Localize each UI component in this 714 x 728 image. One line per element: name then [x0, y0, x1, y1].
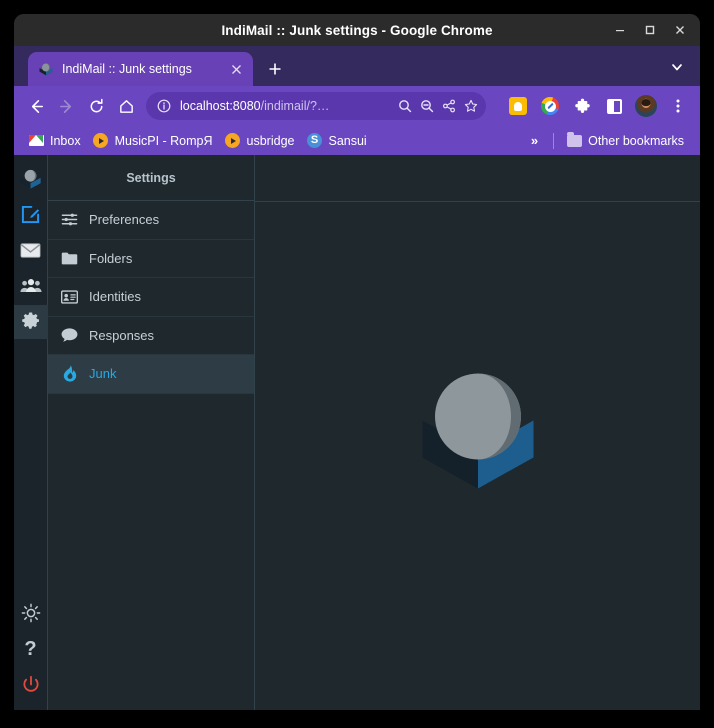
content-divider — [255, 201, 700, 202]
google-keep-extension-icon[interactable] — [504, 92, 532, 120]
bookmarks-overflow-button[interactable]: » — [524, 131, 545, 150]
star-icon[interactable] — [460, 95, 482, 117]
toolbar-right-icons — [504, 92, 692, 120]
other-bookmarks-button[interactable]: Other bookmarks — [562, 130, 692, 152]
settings-item-label: Junk — [89, 366, 117, 382]
home-button[interactable] — [112, 92, 140, 120]
url-path: /indimail/?… — [260, 99, 330, 113]
settings-item-responses[interactable]: Responses — [48, 317, 254, 355]
folder-icon — [61, 250, 78, 267]
settings-header: Settings — [48, 155, 254, 201]
browser-window: IndiMail :: Junk settings - Google Chrom… — [14, 14, 700, 710]
window-title: IndiMail :: Junk settings - Google Chrom… — [221, 22, 493, 38]
bookmark-musicpi-romp[interactable]: MusicPI - RompЯ — [89, 130, 221, 152]
forward-button[interactable] — [52, 92, 80, 120]
info-circle-icon[interactable] — [153, 95, 175, 117]
grammarly-extension-icon[interactable] — [536, 92, 564, 120]
settings-content-pane — [255, 155, 700, 710]
browser-toolbar: localhost:8080/indimail/?… — [14, 86, 700, 126]
settings-list-column: Settings Preferences Folders Identities … — [48, 155, 255, 710]
settings-item-label: Identities — [89, 289, 142, 305]
avatar[interactable] — [632, 92, 660, 120]
help-glyph: ? — [24, 638, 37, 660]
folder-icon — [566, 131, 582, 149]
chevron-down-icon[interactable] — [664, 54, 690, 80]
address-bar[interactable]: localhost:8080/indimail/?… — [146, 92, 486, 120]
speech-bubble-icon — [61, 327, 78, 344]
indimail-cube-logo — [411, 366, 544, 499]
indimail-logo-icon — [38, 61, 54, 77]
id-card-icon — [61, 288, 78, 305]
settings-item-label: Responses — [89, 327, 155, 343]
app-rail: ? — [14, 155, 48, 710]
bookmarks-bar-right: » Other bookmarks — [524, 130, 692, 152]
three-dot-menu-icon[interactable] — [664, 92, 692, 120]
theme-toggle-icon[interactable] — [14, 596, 48, 630]
maximize-button[interactable] — [636, 16, 664, 44]
bookmark-label: usbridge — [246, 133, 295, 148]
url-host: localhost:8080 — [180, 99, 261, 113]
search-icon[interactable] — [394, 95, 416, 117]
sliders-icon — [61, 211, 78, 228]
settings-item-label: Folders — [89, 250, 133, 266]
tab-strip: IndiMail :: Junk settings — [14, 46, 700, 86]
bookmark-inbox[interactable]: Inbox — [24, 130, 89, 152]
bookmarks-bar: Inbox MusicPI - RompЯ usbridge S Sansui … — [14, 126, 700, 155]
bookmark-label: Inbox — [50, 133, 81, 148]
globe-icon: S — [306, 133, 322, 149]
sidebar-item-contacts[interactable] — [14, 269, 48, 303]
minimize-button[interactable] — [606, 16, 634, 44]
close-button[interactable] — [666, 16, 694, 44]
sidebar-item-settings[interactable] — [14, 305, 48, 339]
gmail-icon — [28, 133, 44, 149]
sidebar-item-mail[interactable] — [14, 233, 48, 267]
url-text[interactable]: localhost:8080/indimail/?… — [175, 99, 394, 113]
reload-button[interactable] — [82, 92, 110, 120]
bookmark-sansui[interactable]: S Sansui — [302, 130, 374, 152]
bookmarks-separator — [553, 132, 555, 149]
page-viewport: ? Settings Preferences Folders Identitie… — [14, 155, 700, 710]
flame-icon — [61, 365, 78, 382]
bookmark-label: Sansui — [328, 133, 367, 148]
settings-item-label: Preferences — [89, 212, 160, 228]
zoom-out-icon[interactable] — [416, 95, 438, 117]
extensions-puzzle-icon[interactable] — [568, 92, 596, 120]
back-button[interactable] — [22, 92, 50, 120]
bookmark-label: MusicPI - RompЯ — [114, 133, 213, 148]
settings-item-junk[interactable]: Junk — [48, 355, 254, 394]
logout-icon[interactable] — [14, 668, 48, 702]
help-icon[interactable]: ? — [14, 632, 48, 666]
title-bar: IndiMail :: Junk settings - Google Chrom… — [14, 14, 700, 46]
side-panel-icon[interactable] — [600, 92, 628, 120]
settings-item-preferences[interactable]: Preferences — [48, 201, 254, 240]
app-logo-icon — [14, 161, 48, 195]
window-controls — [606, 14, 694, 46]
other-bookmarks-label: Other bookmarks — [588, 133, 684, 148]
play-circle-icon — [93, 133, 109, 149]
bookmark-usbridge[interactable]: usbridge — [221, 130, 303, 152]
play-circle-icon — [225, 133, 241, 149]
tab-close-button[interactable] — [227, 60, 245, 78]
tab-indimail-junk-settings[interactable]: IndiMail :: Junk settings — [28, 52, 253, 86]
tab-title: IndiMail :: Junk settings — [62, 62, 192, 76]
settings-list: Preferences Folders Identities Responses… — [48, 201, 254, 394]
settings-item-folders[interactable]: Folders — [48, 240, 254, 278]
new-tab-button[interactable] — [261, 55, 289, 83]
share-icon[interactable] — [438, 95, 460, 117]
sidebar-item-compose[interactable] — [14, 197, 48, 231]
settings-item-identities[interactable]: Identities — [48, 278, 254, 317]
